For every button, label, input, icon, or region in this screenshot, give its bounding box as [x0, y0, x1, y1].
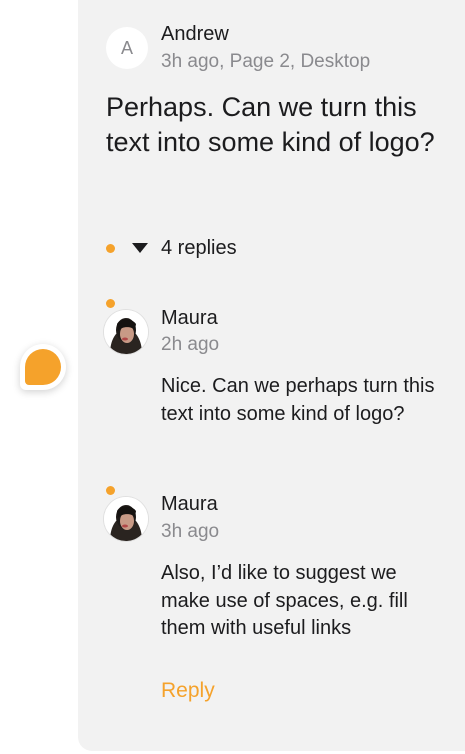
comment-pin-marker[interactable] [20, 344, 66, 390]
reply-author-name: Maura [161, 493, 218, 515]
avatar-photo-icon [104, 310, 148, 354]
comment-meta: 3h ago, Page 2, Desktop [161, 51, 371, 72]
replies-toggle[interactable]: 4 replies [161, 237, 237, 260]
reply-timestamp: 2h ago [161, 334, 220, 355]
reply-text: Nice. Can we perhaps turn this text into… [161, 375, 435, 425]
reply-timestamp: 3h ago [161, 521, 220, 542]
reply-author-name: Maura [161, 307, 218, 329]
comment-text: Perhaps. Can we turn this text into some… [106, 92, 435, 157]
reply-button[interactable]: Reply [161, 679, 215, 703]
avatar-photo-icon [104, 497, 148, 541]
avatar [104, 310, 148, 354]
reply-text: Also, I’d like to suggest we make use of… [161, 562, 408, 639]
unread-dot [106, 244, 115, 253]
comment-pin-icon [25, 349, 61, 385]
reply-unread-dot [106, 299, 115, 308]
avatar [104, 497, 148, 541]
author-avatar: A [106, 27, 148, 69]
reply-unread-dot [106, 486, 115, 495]
comment-author-name: Andrew [161, 23, 229, 45]
chevron-down-icon[interactable] [132, 243, 148, 253]
